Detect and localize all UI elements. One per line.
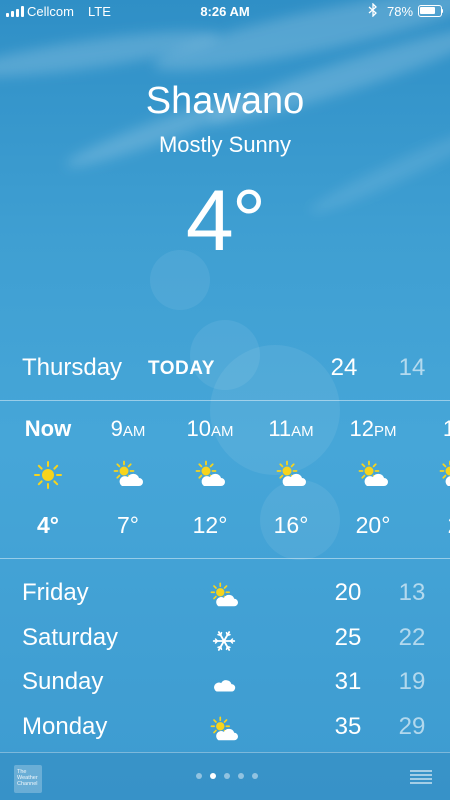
hourly-temperature: 12° (192, 512, 228, 538)
daily-high: 20 (334, 579, 362, 606)
hourly-time-label: Now (24, 416, 72, 441)
page-indicator[interactable] (196, 773, 258, 779)
daily-forecast-row: Sunday 31 19 (0, 661, 450, 706)
hourly-item: 11AM 16° (256, 400, 326, 558)
hourly-item: 1P 2 (419, 400, 450, 558)
today-high: 24 (330, 354, 358, 381)
daily-high: 31 (334, 668, 362, 695)
hourly-time-suffix: AM (210, 423, 234, 440)
daily-day-name: Sunday (22, 668, 104, 695)
hourly-forecast-strip[interactable]: Now4°9AM7°10AM12°11AM16°12PM20°1P2 (0, 400, 450, 558)
daily-low: 22 (398, 623, 426, 651)
page-dot[interactable] (238, 773, 244, 779)
hourly-item: 10AM 12° (175, 400, 245, 558)
daily-day-name: Monday (22, 712, 108, 740)
partly-sunny-icon (276, 460, 306, 490)
daily-low: 13 (398, 579, 426, 606)
daily-low: 19 (398, 668, 426, 695)
daily-forecast-row: Saturday 25 22 (0, 617, 450, 662)
hourly-time-label: 12 (349, 416, 374, 441)
divider (0, 558, 450, 559)
partly-sunny-icon (210, 716, 240, 744)
hourly-time: 12PM (338, 416, 408, 442)
today-label: TODAY (148, 358, 215, 379)
hourly-time-suffix: AM (122, 423, 146, 440)
hourly-time-label: 10 (186, 416, 211, 441)
daily-high: 25 (334, 623, 362, 651)
city-name: Shawano (145, 80, 305, 122)
hourly-temperature: 20° (355, 512, 391, 538)
partly-sunny-icon (210, 582, 240, 610)
status-time: 8:26 AM (200, 4, 250, 19)
daily-high: 35 (334, 712, 362, 740)
hourly-time: 11AM (256, 416, 326, 442)
hourly-time-label: 1 (442, 416, 450, 441)
partly-sunny-icon (195, 460, 225, 490)
current-condition: Mostly Sunny (158, 132, 292, 157)
sun-icon (33, 460, 63, 490)
hourly-time-suffix: PM (373, 423, 397, 440)
battery-percent: 78% (387, 4, 414, 19)
hourly-temperature: 7° (117, 512, 139, 538)
snowflake-icon (210, 627, 240, 655)
list-icon[interactable] (410, 770, 432, 784)
current-temperature: 4° (185, 173, 266, 269)
page-dot[interactable] (224, 773, 230, 779)
hourly-item: 9AM 7° (93, 400, 163, 558)
cloud-icon (210, 671, 240, 699)
hourly-time-label: 9 (110, 416, 123, 441)
battery-icon (418, 5, 443, 17)
page-dot[interactable] (252, 773, 258, 779)
bottom-toolbar: The Weather Channel (0, 752, 450, 800)
weather-channel-logo-text: The Weather Channel (17, 769, 38, 787)
today-day-name: Thursday (22, 354, 123, 381)
daily-forecast-row: Friday 20 13 (0, 572, 450, 617)
hourly-item: Now 4° (13, 400, 83, 558)
partly-sunny-icon (113, 460, 143, 490)
hourly-item: 12PM 20° (338, 400, 408, 558)
hourly-temperature: 2 (419, 512, 450, 539)
hourly-time: 9AM (93, 416, 163, 442)
hourly-time: 1P (419, 416, 450, 442)
hourly-temperature: 4° (37, 512, 59, 538)
daily-forecast-list[interactable]: Friday 20 13 Saturday 25 22 Sunday 31 19 Monday 35… (0, 572, 450, 750)
status-bar: Cellcom LTE 8:26 AM 78% (0, 0, 450, 24)
hourly-temperature: 16° (273, 512, 309, 538)
daily-day-name: Saturday (22, 623, 119, 651)
hourly-time-label: 11 (268, 416, 292, 441)
partly-sunny-icon (358, 460, 388, 490)
daily-day-name: Friday (22, 579, 89, 606)
daily-low: 29 (398, 712, 426, 740)
page-dot[interactable] (196, 773, 202, 779)
today-summary-row: Thursday TODAY 24 14 (0, 350, 450, 386)
hourly-time: 10AM (175, 416, 245, 442)
hourly-time: Now (13, 416, 83, 442)
weather-channel-logo[interactable]: The Weather Channel (14, 765, 42, 793)
partly-sunny-icon (439, 460, 450, 490)
bluetooth-icon (368, 2, 378, 20)
today-low: 14 (398, 354, 426, 381)
page-dot[interactable] (210, 773, 216, 779)
hourly-time-suffix: AM (291, 423, 314, 440)
daily-forecast-row: Monday 35 29 (0, 706, 450, 751)
